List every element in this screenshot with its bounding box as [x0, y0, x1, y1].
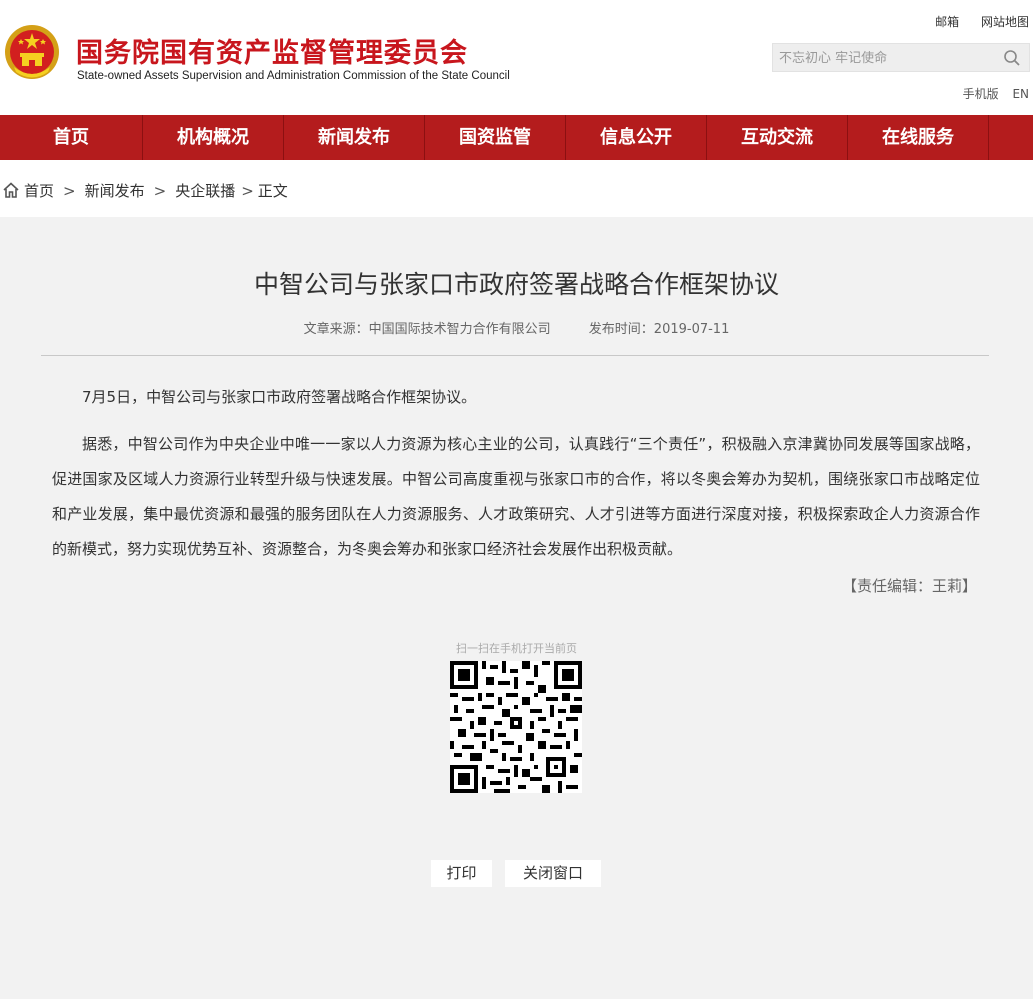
- qr-code-image: [450, 661, 582, 793]
- sub-links: 手机版 EN: [953, 85, 1029, 102]
- article-publish-time: 发布时间：2019-07-11: [588, 322, 730, 337]
- site-title[interactable]: 国务院国有资产监督管理委员会: [76, 31, 468, 70]
- nav-item-interaction[interactable]: 互动交流: [707, 115, 847, 160]
- nav-item-disclosure[interactable]: 信息公开: [566, 115, 706, 160]
- nav-item-supervision[interactable]: 国资监管: [425, 115, 565, 160]
- mail-link[interactable]: 邮箱: [935, 15, 959, 29]
- nav-item-about[interactable]: 机构概况: [143, 115, 283, 160]
- breadcrumb-separator: >: [241, 182, 254, 200]
- close-window-button[interactable]: 关闭窗口: [505, 860, 601, 887]
- home-icon[interactable]: [2, 181, 20, 199]
- print-button[interactable]: 打印: [431, 860, 492, 887]
- search-input[interactable]: [773, 44, 1001, 73]
- nav-item-services[interactable]: 在线服务: [848, 115, 988, 160]
- search-box: [772, 43, 1030, 73]
- breadcrumb: 首页 > 新闻发布 > 央企联播 > 正文: [0, 180, 288, 204]
- top-links: 邮箱 网站地图: [917, 13, 1029, 30]
- article-meta: 文章来源：中国国际技术智力合作有限公司 发布时间：2019-07-11: [0, 318, 1033, 337]
- breadcrumb-home[interactable]: 首页: [24, 182, 54, 200]
- article-paragraph: 7月5日，中智公司与张家口市政府签署战略合作框架协议。: [82, 388, 477, 406]
- nav-item-news[interactable]: 新闻发布: [284, 115, 424, 160]
- article-paragraph: 据悉，中智公司作为中央企业中唯一一家以人力资源为核心主业的公司，认真践行“三个责…: [52, 435, 980, 558]
- title-divider: [41, 355, 989, 356]
- mobile-version-link[interactable]: 手机版: [963, 87, 999, 101]
- article-title: 中智公司与张家口市政府签署战略合作框架协议: [253, 270, 779, 299]
- responsible-editor: 【责任编辑：王莉】: [841, 577, 977, 595]
- breadcrumb-separator: >: [63, 182, 76, 200]
- site-header: 国务院国有资产监督管理委员会 State-owned Assets Superv…: [0, 0, 1033, 115]
- sitemap-link[interactable]: 网站地图: [981, 15, 1029, 29]
- breadcrumb-soe-news[interactable]: 央企联播: [175, 182, 235, 200]
- article-container: 中智公司与张家口市政府签署战略合作框架协议 文章来源：中国国际技术智力合作有限公…: [0, 217, 1033, 999]
- breadcrumb-news[interactable]: 新闻发布: [85, 182, 145, 200]
- qr-caption: 扫一扫在手机打开当前页: [456, 642, 577, 655]
- national-emblem-icon[interactable]: [4, 23, 60, 81]
- breadcrumb-separator: >: [153, 182, 167, 200]
- breadcrumb-current: 正文: [257, 182, 288, 200]
- english-link[interactable]: EN: [1012, 87, 1029, 101]
- search-icon[interactable]: [1003, 49, 1021, 67]
- site-subtitle: State-owned Assets Supervision and Admin…: [77, 70, 510, 82]
- nav-item-home[interactable]: 首页: [0, 115, 142, 160]
- article-source: 文章来源：中国国际技术智力合作有限公司: [303, 322, 551, 337]
- main-nav: 首页 机构概况 新闻发布 国资监管 信息公开 互动交流 在线服务: [0, 115, 1033, 160]
- nav-divider: [988, 115, 989, 160]
